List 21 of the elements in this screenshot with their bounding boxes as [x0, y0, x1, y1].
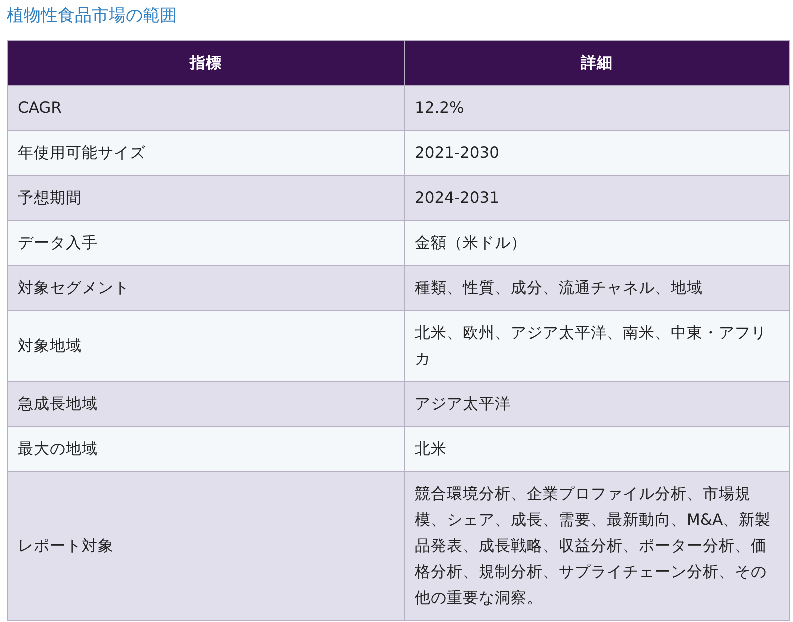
column-header: 詳細: [404, 40, 790, 86]
column-header: 指標: [8, 40, 404, 86]
table-cell: 対象地域: [8, 310, 404, 382]
table-cell: CAGR: [8, 86, 404, 130]
table-cell: 北米、欧州、アジア太平洋、南米、中東・アフリカ: [404, 310, 790, 382]
table-cell: 対象セグメント: [8, 266, 404, 310]
table-cell: 競合環境分析、企業プロファイル分析、市場規模、シェア、成長、需要、最新動向、M&A、新製品発表、成長戦略、収益分析、ポーター分析、価格分析、規制分析、サプライチェーン分析、その他の重要な洞察。: [404, 472, 790, 620]
section-title: 植物性食品市場の範囲: [7, 5, 178, 28]
table-cell: レポート対象: [8, 472, 404, 620]
table-cell: 年使用可能サイズ: [8, 130, 404, 176]
table-cell: データ入手: [8, 220, 404, 266]
table-cell: 2024-2031: [404, 176, 790, 220]
table-cell: 北米: [404, 426, 790, 472]
table-cell: 種類、性質、成分、流通チャネル、地域: [404, 266, 790, 310]
table-cell: 12.2%: [404, 86, 790, 130]
table-cell: 2021-2030: [404, 130, 790, 176]
table-cell: 予想期間: [8, 176, 404, 220]
table-cell: 最大の地域: [8, 426, 404, 472]
table-cell: アジア太平洋: [404, 382, 790, 426]
table-cell: 金額（米ドル）: [404, 220, 790, 266]
table-cell: 急成長地域: [8, 382, 404, 426]
